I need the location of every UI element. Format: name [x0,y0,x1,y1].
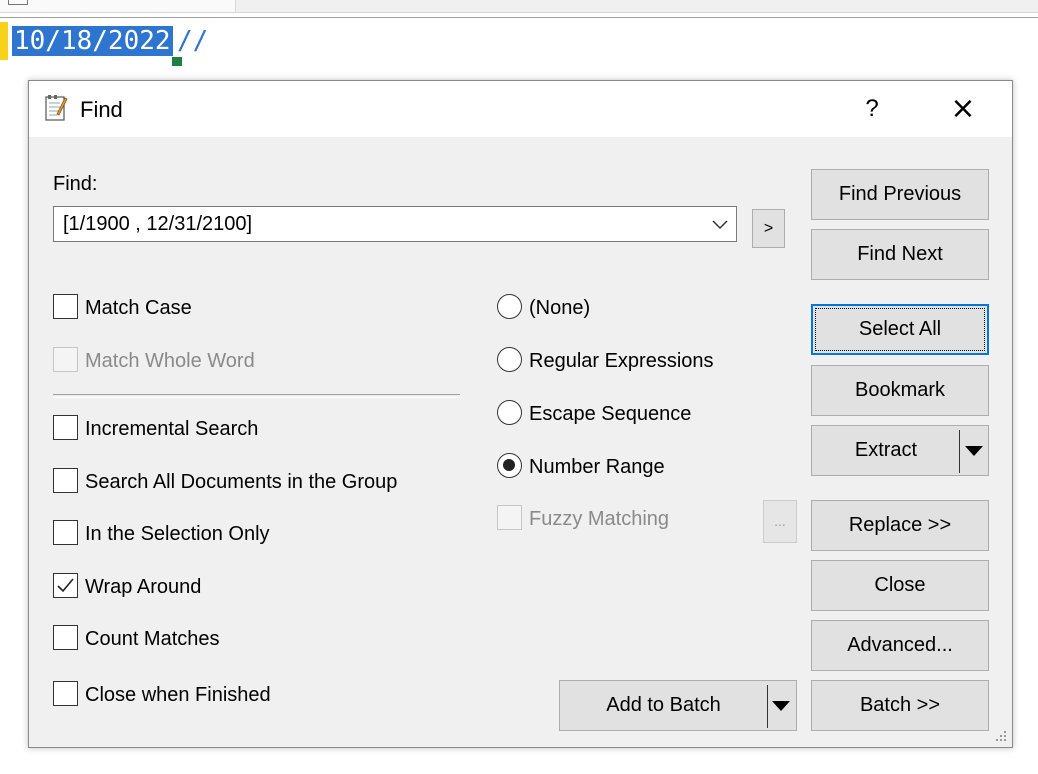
add-to-batch-split-button[interactable]: Add to Batch [559,680,797,731]
radio-regular-expressions[interactable] [497,347,522,372]
split-divider [767,685,768,728]
dialog-title: Find [80,97,123,122]
editor-selected-text[interactable]: 10/18/2022 [12,26,173,56]
modified-line-marker [0,22,8,60]
notepad-icon [45,95,68,121]
options-divider [53,394,460,398]
resize-grip-icon[interactable] [994,729,1008,743]
find-dialog: Find ? × Find: > Match Case Match Whole … [28,80,1013,748]
editor-tab[interactable] [0,0,236,13]
radio-selected-dot [503,459,515,471]
editor-tab-bar [0,0,1038,18]
find-previous-button[interactable]: Find Previous [811,169,989,220]
split-divider [959,430,960,473]
match-case-label: Match Case [85,297,192,319]
select-all-button[interactable]: Select All [811,304,989,355]
count-matches-label: Count Matches [85,628,220,650]
count-matches-checkbox[interactable] [53,625,78,650]
dialog-titlebar[interactable]: Find ? × [29,81,1012,137]
radio-number-range-label: Number Range [529,456,665,478]
find-next-button[interactable]: Find Next [811,229,989,280]
extract-button-label: Extract [854,439,918,461]
close-dialog-button[interactable]: × [935,87,991,131]
dropdown-arrow-icon[interactable] [772,701,790,711]
help-button[interactable]: ? [849,87,895,131]
radio-escape-sequence[interactable] [497,400,522,425]
close-when-finished-checkbox[interactable] [53,681,78,706]
checkmark-icon [57,578,74,593]
fuzzy-matching-checkbox[interactable] [497,505,522,530]
advanced-button[interactable]: Advanced... [811,620,989,671]
search-all-documents-label: Search All Documents in the Group [85,471,398,493]
dropdown-arrow-icon[interactable] [965,446,983,456]
selection-handle[interactable] [172,57,182,66]
extract-split-button[interactable]: Extract [811,425,989,476]
tab-bar-empty-area [236,0,1038,13]
radio-none[interactable] [497,294,522,319]
match-case-checkbox[interactable] [53,294,78,319]
find-history-button[interactable]: > [752,209,785,248]
close-button[interactable]: Close [811,560,989,611]
close-when-finished-label: Close when Finished [85,684,271,706]
editor-trailing-text[interactable]: // [177,26,208,56]
selection-only-checkbox[interactable] [53,520,78,545]
fuzzy-options-button[interactable]: ... [763,500,797,543]
radio-regular-expressions-label: Regular Expressions [529,350,714,372]
radio-none-label: (None) [529,297,591,319]
search-all-documents-checkbox[interactable] [53,468,78,493]
find-label: Find: [53,173,98,195]
incremental-search-label: Incremental Search [85,418,259,440]
wrap-around-checkbox[interactable] [53,573,78,598]
document-tab-icon [8,0,28,5]
tab-bar-divider [0,17,1038,18]
match-whole-word-label: Match Whole Word [85,350,255,372]
wrap-around-label: Wrap Around [85,576,202,598]
fuzzy-matching-label: Fuzzy Matching [529,508,670,530]
chevron-down-icon[interactable] [710,215,730,233]
replace-button[interactable]: Replace >> [811,500,989,551]
batch-button[interactable]: Batch >> [811,680,989,731]
find-combobox[interactable] [53,206,737,242]
radio-number-range[interactable] [497,453,522,478]
add-to-batch-label: Add to Batch [606,694,721,716]
selection-only-label: In the Selection Only [85,523,270,545]
radio-escape-sequence-label: Escape Sequence [529,403,692,425]
bookmark-button[interactable]: Bookmark [811,365,989,416]
match-whole-word-checkbox[interactable] [53,347,78,372]
find-input[interactable] [54,207,704,241]
incremental-search-checkbox[interactable] [53,415,78,440]
